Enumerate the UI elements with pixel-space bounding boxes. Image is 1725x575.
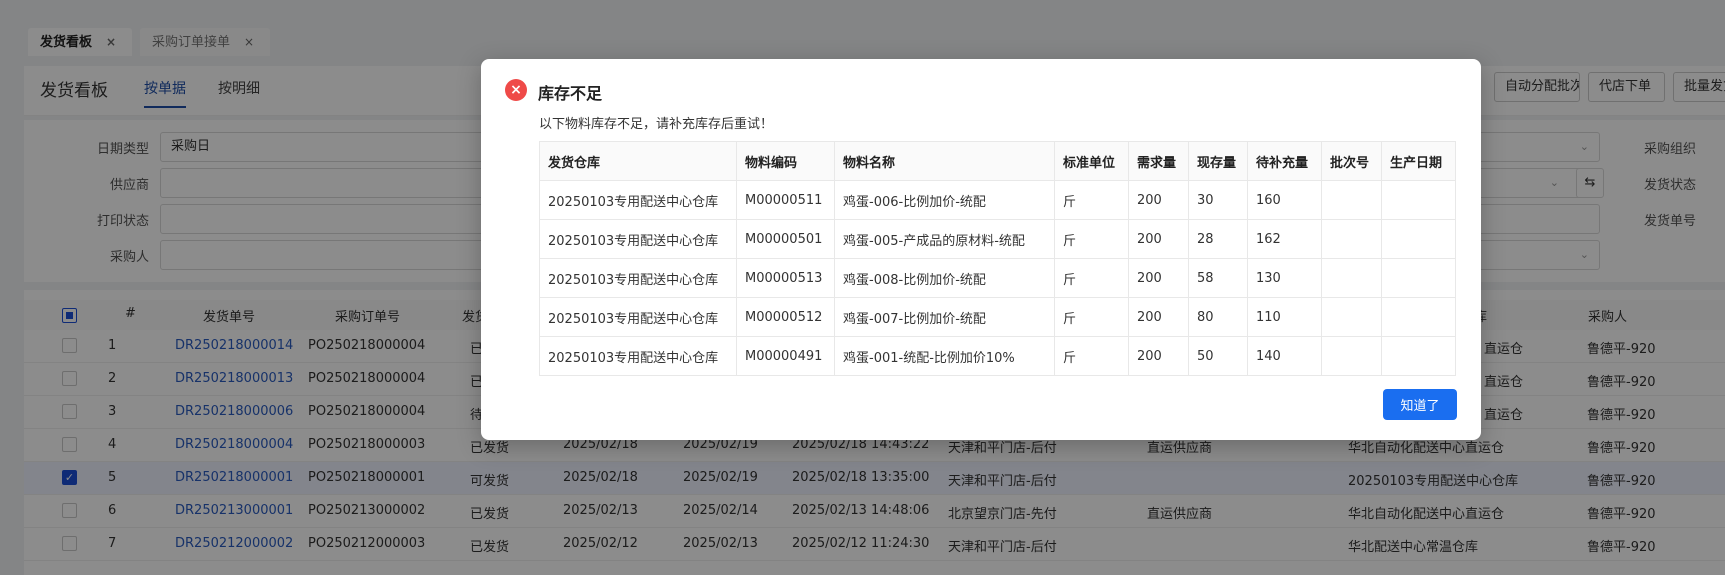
col-unit: 标准单位 [1054,141,1129,181]
cell-demand: 200 [1128,219,1189,259]
cell-production-date [1381,180,1456,220]
stock-shortage-table: 发货仓库 物料编码 物料名称 标准单位 需求量 现存量 待补充量 批次号 生产日… [539,141,1456,376]
cell-on-hand: 80 [1188,297,1248,337]
error-icon: × [505,79,527,101]
cell-material-name: 鸡蛋-008-比例加价-统配 [834,258,1055,298]
cell-material-name: 鸡蛋-006-比例加价-统配 [834,180,1055,220]
cell-unit: 斤 [1054,297,1129,337]
cell-demand: 200 [1128,258,1189,298]
acknowledge-button[interactable]: 知道了 [1383,389,1457,420]
cell-batch-no [1321,297,1382,337]
cell-material-code: M00000491 [736,336,835,376]
insufficient-stock-dialog: × 库存不足 以下物料库存不足，请补充库存后重试！ 发货仓库 物料编码 物料名称… [481,59,1481,440]
cell-production-date [1381,336,1456,376]
cell-material-name: 鸡蛋-001-统配-比例加价10% [834,336,1055,376]
cell-production-date [1381,258,1456,298]
table-row: 20250103专用配送中心仓库 M00000491 鸡蛋-001-统配-比例加价1… [539,336,1456,376]
cell-batch-no [1321,258,1382,298]
table-row: 20250103专用配送中心仓库 M00000501 鸡蛋-005-产成品的原材料-… [539,219,1456,259]
cell-unit: 斤 [1054,336,1129,376]
cell-warehouse: 20250103专用配送中心仓库 [539,297,737,337]
cell-warehouse: 20250103专用配送中心仓库 [539,336,737,376]
cell-batch-no [1321,180,1382,220]
col-warehouse: 发货仓库 [539,141,737,181]
cell-demand: 200 [1128,297,1189,337]
cell-material-code: M00000513 [736,258,835,298]
cell-unit: 斤 [1054,219,1129,259]
cell-warehouse: 20250103专用配送中心仓库 [539,180,737,220]
table-row: 20250103专用配送中心仓库 M00000513 鸡蛋-008-比例加价-统配斤… [539,258,1456,298]
cell-batch-no [1321,219,1382,259]
dialog-message: 以下物料库存不足，请补充库存后重试！ [539,117,774,132]
cell-on-hand: 28 [1188,219,1248,259]
table-row: 20250103专用配送中心仓库 M00000511 鸡蛋-006-比例加价-统配斤… [539,180,1456,220]
cell-material-code: M00000501 [736,219,835,259]
cell-demand: 200 [1128,180,1189,220]
col-material-code: 物料编码 [736,141,835,181]
cell-warehouse: 20250103专用配送中心仓库 [539,219,737,259]
cell-on-hand: 30 [1188,180,1248,220]
cell-material-name: 鸡蛋-007-比例加价-统配 [834,297,1055,337]
cell-to-replenish: 160 [1247,180,1322,220]
cell-to-replenish: 140 [1247,336,1322,376]
cell-unit: 斤 [1054,180,1129,220]
col-production-date: 生产日期 [1381,141,1456,181]
cell-production-date [1381,297,1456,337]
cell-demand: 200 [1128,336,1189,376]
cell-batch-no [1321,336,1382,376]
cell-to-replenish: 162 [1247,219,1322,259]
col-demand: 需求量 [1128,141,1189,181]
cell-material-code: M00000512 [736,297,835,337]
cell-to-replenish: 130 [1247,258,1322,298]
table-row: 20250103专用配送中心仓库 M00000512 鸡蛋-007-比例加价-统配斤… [539,297,1456,337]
col-batch-no: 批次号 [1321,141,1382,181]
table-header-row: 发货仓库 物料编码 物料名称 标准单位 需求量 现存量 待补充量 批次号 生产日… [539,141,1456,181]
col-material-name: 物料名称 [834,141,1055,181]
cell-on-hand: 58 [1188,258,1248,298]
col-on-hand: 现存量 [1188,141,1248,181]
cell-to-replenish: 110 [1247,297,1322,337]
cell-production-date [1381,219,1456,259]
cell-material-name: 鸡蛋-005-产成品的原材料-统配 [834,219,1055,259]
col-to-replenish: 待补充量 [1247,141,1322,181]
cell-material-code: M00000511 [736,180,835,220]
cell-unit: 斤 [1054,258,1129,298]
dialog-title: 库存不足 [538,84,603,103]
cell-warehouse: 20250103专用配送中心仓库 [539,258,737,298]
cell-on-hand: 50 [1188,336,1248,376]
